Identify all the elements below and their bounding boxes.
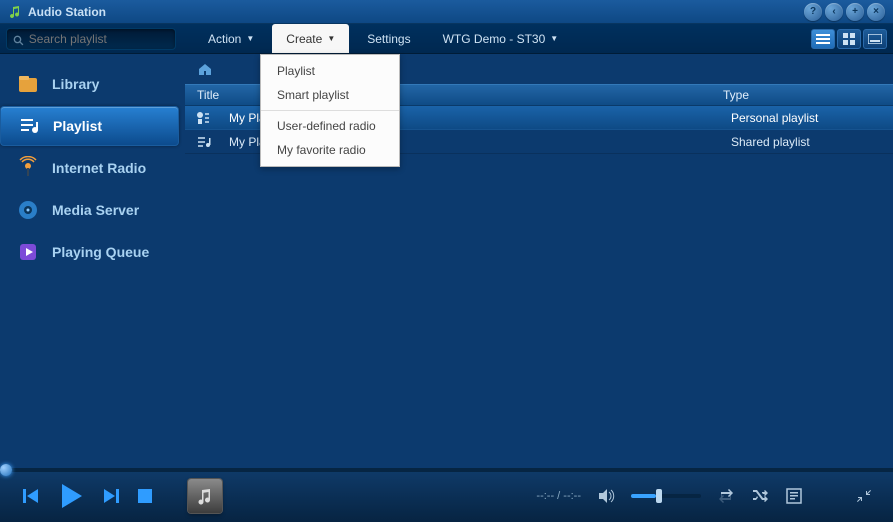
view-player-button[interactable] — [863, 29, 887, 49]
playlist-row-icon — [195, 110, 211, 126]
close-button[interactable]: × — [867, 3, 885, 21]
help-button[interactable]: ? — [804, 3, 822, 21]
radio-icon — [16, 156, 40, 180]
sidebar-item-playlist[interactable]: Playlist — [0, 106, 179, 146]
volume-knob[interactable] — [656, 489, 662, 503]
search-icon — [13, 33, 24, 45]
create-dropdown: Playlist Smart playlist User-defined rad… — [260, 54, 400, 167]
row-type: Personal playlist — [731, 111, 818, 125]
sidebar-item-library[interactable]: Library — [0, 64, 179, 104]
search-input[interactable] — [29, 32, 169, 46]
device-selector[interactable]: WTG Demo - ST30▼ — [429, 24, 573, 53]
shuffle-button[interactable] — [751, 487, 769, 505]
scrubber[interactable] — [0, 468, 893, 472]
volume-slider[interactable] — [631, 494, 701, 498]
stop-button[interactable] — [136, 487, 154, 505]
create-fav-radio[interactable]: My favorite radio — [261, 138, 399, 162]
lyrics-button[interactable] — [785, 487, 803, 505]
main-panel: Title Type My PlaylistPersonal playlistM… — [185, 54, 893, 468]
queue-icon — [16, 240, 40, 264]
library-icon — [16, 72, 40, 96]
view-grid-button[interactable] — [837, 29, 861, 49]
app-icon — [8, 5, 22, 19]
next-button[interactable] — [100, 485, 122, 507]
scrubber-knob[interactable] — [0, 464, 12, 476]
playlist-icon — [17, 114, 41, 138]
now-playing-cover — [188, 479, 222, 513]
caret-down-icon: ▼ — [327, 34, 335, 43]
sidebar-item-queue[interactable]: Playing Queue — [0, 232, 179, 272]
create-smart-playlist[interactable]: Smart playlist — [261, 83, 399, 107]
row-type: Shared playlist — [731, 135, 810, 149]
app-title: Audio Station — [28, 5, 106, 19]
caret-down-icon: ▼ — [550, 34, 558, 43]
caret-down-icon: ▼ — [246, 34, 254, 43]
sidebar-item-media-server[interactable]: Media Server — [0, 190, 179, 230]
time-display: --:-- / --:-- — [536, 490, 581, 502]
play-button[interactable] — [56, 481, 86, 511]
minimize-button[interactable]: ‹ — [825, 3, 843, 21]
media-server-icon — [16, 198, 40, 222]
playlist-row-icon — [195, 134, 211, 150]
home-icon[interactable] — [197, 61, 213, 77]
create-menu[interactable]: Create▼ — [272, 24, 349, 53]
volume-icon[interactable] — [597, 487, 615, 505]
search-box[interactable] — [6, 28, 176, 50]
view-list-button[interactable] — [811, 29, 835, 49]
prev-button[interactable] — [20, 485, 42, 507]
column-type[interactable]: Type — [715, 88, 749, 102]
action-menu[interactable]: Action▼ — [194, 24, 268, 53]
sidebar-item-radio[interactable]: Internet Radio — [0, 148, 179, 188]
collapse-button[interactable] — [855, 487, 873, 505]
create-playlist[interactable]: Playlist — [261, 59, 399, 83]
title-bar: Audio Station ? ‹ + × — [0, 0, 893, 24]
player-bar: --:-- / --:-- — [0, 468, 893, 522]
toolbar: Action▼ Create▼ Settings WTG Demo - ST30… — [0, 24, 893, 54]
maximize-button[interactable]: + — [846, 3, 864, 21]
settings-button[interactable]: Settings — [353, 24, 424, 53]
create-user-radio[interactable]: User-defined radio — [261, 114, 399, 138]
repeat-button[interactable] — [717, 487, 735, 505]
sidebar: Library Playlist Internet Radio Media Se… — [0, 54, 185, 468]
